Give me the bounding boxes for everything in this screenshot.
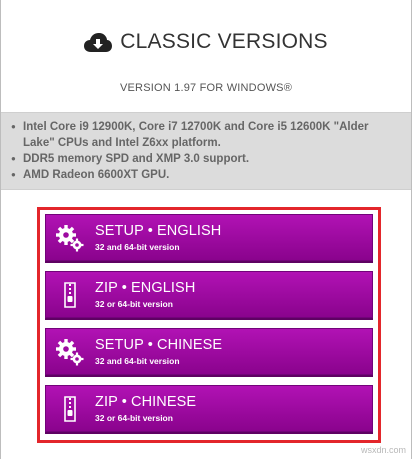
zip-file-icon: [64, 282, 76, 308]
setup-english-sublabel: 32 and 64-bit version: [95, 242, 180, 252]
version-label: VERSION 1.97 FOR WINDOWS®: [119, 82, 292, 94]
watermark: wsxdn.com: [360, 445, 406, 455]
cloud-download-icon: [84, 33, 113, 52]
download-options-highlight: SETUP • ENGLISH 32 and 64-bit version ZI…: [37, 207, 381, 443]
release-note-item: DDR5 memory SPD and XMP 3.0 support.: [11, 151, 399, 167]
gears-icon: [56, 339, 84, 366]
setup-chinese-button[interactable]: SETUP • CHINESE 32 and 64-bit version: [45, 328, 373, 375]
zip-english-button[interactable]: ZIP • ENGLISH 32 or 64-bit version: [45, 271, 373, 318]
release-notes: Intel Core i9 12900K, Core i7 12700K and…: [1, 112, 411, 190]
release-notes-list: Intel Core i9 12900K, Core i7 12700K and…: [1, 113, 411, 183]
zip-file-icon: [64, 396, 76, 422]
page-header: CLASSIC VERSIONS VERSION 1.97 FOR WINDOW…: [1, 0, 411, 110]
gears-icon: [56, 225, 84, 252]
zip-english-sublabel: 32 or 64-bit version: [95, 299, 173, 309]
zip-chinese-sublabel: 32 or 64-bit version: [95, 413, 173, 423]
release-note-item: AMD Radeon 6600XT GPU.: [11, 167, 399, 183]
zip-chinese-label: ZIP • CHINESE: [95, 394, 197, 410]
setup-chinese-sublabel: 32 and 64-bit version: [95, 356, 180, 366]
setup-chinese-label: SETUP • CHINESE: [95, 337, 223, 353]
setup-english-label: SETUP • ENGLISH: [95, 223, 222, 239]
title-row: CLASSIC VERSIONS: [1, 30, 411, 54]
release-note-item: Intel Core i9 12900K, Core i7 12700K and…: [11, 119, 399, 151]
zip-chinese-button[interactable]: ZIP • CHINESE 32 or 64-bit version: [45, 385, 373, 432]
setup-english-button[interactable]: SETUP • ENGLISH 32 and 64-bit version: [45, 214, 373, 261]
zip-english-label: ZIP • ENGLISH: [95, 280, 196, 296]
page-title: CLASSIC VERSIONS: [120, 30, 328, 53]
